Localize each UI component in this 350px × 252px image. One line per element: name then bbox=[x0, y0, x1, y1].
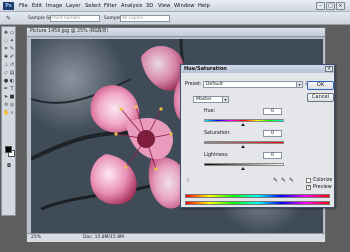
color-range-bar-top bbox=[185, 194, 330, 198]
hue-label: Hue: bbox=[204, 109, 216, 114]
zoom-tool-icon[interactable]: ⌕ bbox=[9, 110, 15, 116]
marquee-tool-icon[interactable]: ▭ bbox=[9, 30, 15, 36]
sample-size-select[interactable]: Point Sample bbox=[50, 15, 100, 22]
colorize-label: Colorize bbox=[313, 178, 333, 183]
preview-label: Preview bbox=[313, 185, 332, 190]
hue-saturation-dialog: Hue/Saturation × Preset: Default ▾ ☰ OK … bbox=[180, 64, 335, 208]
menu-select[interactable]: Select bbox=[85, 3, 101, 9]
saturation-slider-thumb[interactable] bbox=[241, 145, 245, 148]
status-bar: 25% Doc: 15.8M/15.8M bbox=[27, 233, 325, 242]
eyedropper-minus-icon[interactable]: ✎ bbox=[289, 177, 295, 185]
menu-edit[interactable]: Edit bbox=[32, 3, 42, 9]
menu-layer[interactable]: Layer bbox=[66, 3, 80, 9]
preset-value: Default bbox=[206, 82, 223, 87]
preview-checkbox[interactable]: ✓ bbox=[306, 185, 311, 190]
photoshop-logo: Ps bbox=[3, 2, 14, 10]
saturation-label: Saturation: bbox=[204, 131, 231, 136]
brush-tool-icon[interactable]: ✐ bbox=[9, 54, 15, 60]
document-title[interactable]: Picture 1459.jpg @ 25% (RGB/8) bbox=[27, 28, 325, 37]
lightness-slider[interactable] bbox=[204, 163, 284, 166]
dialog-close-button[interactable]: × bbox=[325, 66, 333, 72]
eyedropper-icon[interactable]: ✎ bbox=[273, 177, 279, 185]
toolbox: ✥ ▭ ◌ ✦ ⌗ ✎ ✚ ✐ ⊥ ↺ ▱ ▤ ● ◐ ✒ T ➤ ■ ⟲ ◎ … bbox=[1, 26, 16, 216]
lightness-label: Lightness: bbox=[204, 153, 229, 158]
shape-tool-icon[interactable]: ■ bbox=[9, 94, 15, 100]
lightness-slider-thumb[interactable] bbox=[241, 167, 245, 170]
close-window-button[interactable]: × bbox=[336, 2, 345, 10]
preset-label: Preset: bbox=[185, 82, 202, 87]
menu-help[interactable]: Help bbox=[198, 3, 210, 9]
eyedropper-icon[interactable]: ✎ bbox=[9, 46, 15, 52]
hue-slider-thumb[interactable] bbox=[241, 123, 245, 126]
zoom-level[interactable]: 25% bbox=[31, 234, 41, 242]
lightness-input[interactable]: 0 bbox=[263, 152, 282, 159]
maximize-button[interactable]: □ bbox=[326, 2, 335, 10]
color-range-bar-bottom bbox=[185, 201, 330, 205]
menu-window[interactable]: Window bbox=[174, 3, 194, 9]
options-bar: ✎ Sample Size: Point Sample Sample: All … bbox=[0, 12, 350, 25]
dialog-title[interactable]: Hue/Saturation bbox=[181, 65, 334, 73]
gradient-tool-icon[interactable]: ▤ bbox=[9, 70, 15, 76]
saturation-slider[interactable] bbox=[204, 141, 284, 144]
cancel-button[interactable]: Cancel bbox=[307, 93, 334, 102]
sample-select[interactable]: All Layers bbox=[120, 15, 170, 22]
menu-filter[interactable]: Filter bbox=[104, 3, 117, 9]
foreground-color-swatch[interactable] bbox=[5, 146, 12, 153]
menu-file[interactable]: File bbox=[19, 3, 28, 9]
3d-camera-icon[interactable]: ◎ bbox=[9, 102, 15, 108]
menu-view[interactable]: View bbox=[158, 3, 170, 9]
chevron-down-icon: ▾ bbox=[296, 82, 302, 87]
menu-image[interactable]: Image bbox=[46, 3, 62, 9]
channel-value: Master bbox=[196, 97, 212, 102]
hue-input[interactable]: 0 bbox=[263, 108, 282, 115]
eyedropper-plus-icon[interactable]: ✎ bbox=[281, 177, 287, 185]
eyedropper-tool-icon[interactable]: ✎ bbox=[6, 15, 15, 22]
menubar: Ps File Edit Image Layer Select Filter A… bbox=[0, 0, 350, 12]
ok-button[interactable]: OK bbox=[307, 81, 334, 90]
menu-3d[interactable]: 3D bbox=[146, 3, 153, 9]
doc-size-info: Doc: 15.8M/15.8M bbox=[83, 235, 124, 240]
preset-select[interactable]: Default ▾ bbox=[203, 81, 303, 88]
channel-select[interactable]: Master ▾ bbox=[193, 96, 229, 103]
dodge-tool-icon[interactable]: ◐ bbox=[9, 78, 15, 84]
hand-adjust-icon[interactable]: ☝ bbox=[186, 177, 194, 185]
history-brush-icon[interactable]: ↺ bbox=[9, 62, 15, 68]
saturation-input[interactable]: 0 bbox=[263, 130, 282, 137]
hue-slider[interactable] bbox=[204, 119, 284, 122]
quick-mask-icon[interactable]: ◘ bbox=[6, 163, 12, 169]
quick-select-tool-icon[interactable]: ✦ bbox=[9, 38, 15, 44]
type-tool-icon[interactable]: T bbox=[9, 86, 15, 92]
menu-analysis[interactable]: Analysis bbox=[121, 3, 142, 9]
colorize-checkbox[interactable] bbox=[306, 178, 311, 183]
chevron-down-icon: ▾ bbox=[222, 97, 228, 102]
minimize-button[interactable]: – bbox=[316, 2, 325, 10]
